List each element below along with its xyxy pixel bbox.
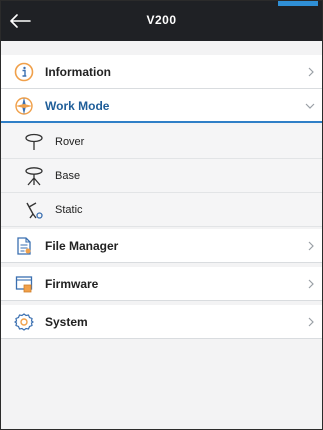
submenu-item-base[interactable]: Base bbox=[1, 159, 322, 193]
compass-icon bbox=[13, 95, 35, 117]
menu-item-system[interactable]: System bbox=[1, 305, 322, 339]
menu-item-firmware[interactable]: Firmware bbox=[1, 267, 322, 301]
menu-item-information[interactable]: Information bbox=[1, 55, 322, 89]
firmware-icon bbox=[13, 273, 35, 295]
menu-item-work-mode[interactable]: Work Mode bbox=[1, 89, 322, 123]
submenu-item-rover[interactable]: Rover bbox=[1, 125, 322, 159]
chevron-right-icon bbox=[308, 317, 314, 327]
file-manager-icon bbox=[13, 235, 35, 257]
menu-item-label: File Manager bbox=[45, 238, 119, 253]
top-bar: V200 bbox=[1, 1, 322, 41]
menu-item-label: Information bbox=[45, 64, 111, 79]
submenu-item-label: Base bbox=[55, 169, 81, 182]
menu-item-label: Firmware bbox=[45, 276, 99, 291]
static-survey-icon bbox=[23, 199, 45, 221]
active-underline bbox=[1, 121, 322, 123]
submenu-item-label: Rover bbox=[55, 135, 85, 148]
app-frame: V200 Information Work Mode Rover Base St… bbox=[0, 0, 323, 430]
chevron-right-icon bbox=[308, 67, 314, 77]
menu-item-label: Work Mode bbox=[45, 98, 110, 113]
chevron-right-icon bbox=[308, 241, 314, 251]
submenu-item-static[interactable]: Static bbox=[1, 193, 322, 227]
menu-item-file-manager[interactable]: File Manager bbox=[1, 229, 322, 263]
gear-icon bbox=[13, 311, 35, 333]
empty-content-area bbox=[1, 341, 322, 429]
page-title: V200 bbox=[146, 13, 177, 27]
menu-item-label: System bbox=[45, 314, 88, 329]
chevron-right-icon bbox=[308, 279, 314, 289]
base-tripod-icon bbox=[23, 165, 45, 187]
accent-strip bbox=[278, 1, 318, 6]
submenu-item-label: Static bbox=[55, 203, 83, 216]
rover-antenna-icon bbox=[23, 131, 45, 153]
chevron-down-icon bbox=[305, 103, 315, 109]
info-icon bbox=[13, 61, 35, 83]
top-spacer bbox=[1, 41, 322, 55]
